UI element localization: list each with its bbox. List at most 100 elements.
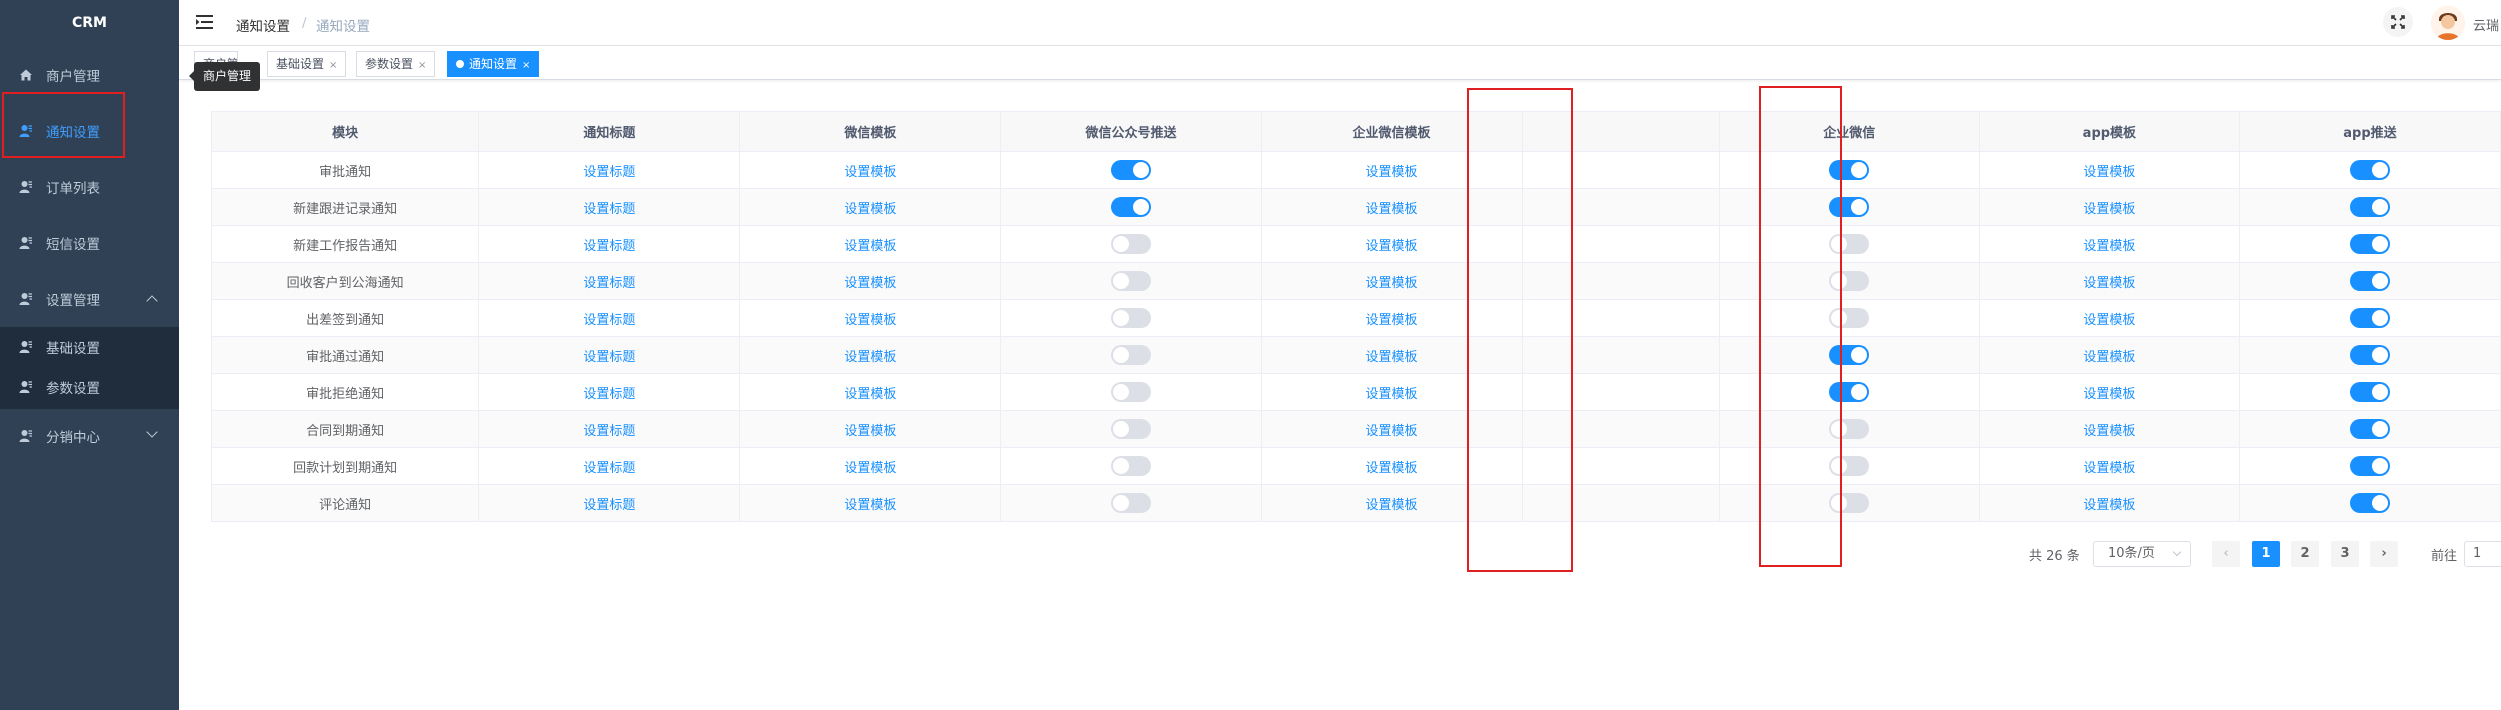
user-icon [19, 381, 32, 393]
wx-push-toggle[interactable] [1110, 456, 1151, 476]
goto-page-input[interactable]: 1 [2464, 541, 2501, 567]
sidebar-item-distribution[interactable]: 分销中心 [0, 408, 179, 464]
tag-param-settings[interactable]: 参数设置 × [356, 51, 436, 77]
app-push-toggle[interactable] [2349, 419, 2390, 439]
app-push-toggle[interactable] [2349, 382, 2390, 402]
wx-push-toggle[interactable] [1110, 234, 1151, 254]
app-push-toggle[interactable] [2349, 271, 2390, 291]
title-cell: 设置标题 [479, 337, 741, 373]
wx-push-toggle[interactable] [1110, 160, 1151, 180]
page-button[interactable]: 1 [2252, 541, 2280, 567]
set-qywx-template-link[interactable]: 设置模板 [1366, 272, 1418, 291]
set-qywx-template-link[interactable]: 设置模板 [1366, 420, 1418, 439]
set-qywx-template-link[interactable]: 设置模板 [1366, 346, 1418, 365]
wx-push-toggle[interactable] [1110, 197, 1151, 217]
page-size-select[interactable]: 10条/页 [2093, 541, 2191, 567]
wx-template-cell: 设置模板 [740, 226, 1002, 262]
table-body: 审批通知 设置标题 设置模板 设置模板 设置模板 新建跟进记录通知 设置标题 设置模板 设置模板… [212, 152, 2501, 522]
app-push-toggle[interactable] [2349, 197, 2390, 217]
highlight-box [1759, 86, 1842, 567]
set-app-template-link[interactable]: 设置模板 [2083, 494, 2135, 513]
set-title-link[interactable]: 设置标题 [583, 494, 635, 513]
set-app-template-link[interactable]: 设置模板 [2083, 420, 2135, 439]
set-title-link[interactable]: 设置标题 [583, 161, 635, 180]
set-app-template-link[interactable]: 设置模板 [2083, 309, 2135, 328]
wx-push-toggle[interactable] [1110, 419, 1151, 439]
app-push-toggle[interactable] [2349, 160, 2390, 180]
set-wx-template-link[interactable]: 设置模板 [844, 309, 896, 328]
set-app-template-link[interactable]: 设置模板 [2083, 272, 2135, 291]
set-wx-template-link[interactable]: 设置模板 [844, 272, 896, 291]
set-qywx-template-link[interactable]: 设置模板 [1366, 161, 1418, 180]
page-button[interactable]: 3 [2331, 541, 2359, 567]
close-icon[interactable]: × [418, 60, 426, 71]
chevron-left-icon: ‹ [2223, 546, 2229, 561]
sidebar-item-settings[interactable]: 设置管理 [0, 271, 179, 327]
module-cell: 新建跟进记录通知 [212, 189, 480, 225]
set-wx-template-link[interactable]: 设置模板 [844, 198, 896, 217]
navbar: 通知设置 / 通知设置 云瑞 [179, 0, 2501, 46]
set-qywx-template-link[interactable]: 设置模板 [1366, 383, 1418, 402]
sidebar-item-label: 订单列表 [46, 181, 100, 197]
set-title-link[interactable]: 设置标题 [583, 383, 635, 402]
wx-push-cell [1001, 189, 1262, 225]
chevron-down-icon [146, 426, 158, 438]
set-title-link[interactable]: 设置标题 [583, 235, 635, 254]
page-button[interactable]: 2 [2291, 541, 2319, 567]
set-wx-template-link[interactable]: 设置模板 [844, 161, 896, 180]
set-title-link[interactable]: 设置标题 [583, 198, 635, 217]
app-push-toggle[interactable] [2349, 345, 2390, 365]
set-app-template-link[interactable]: 设置模板 [2083, 161, 2135, 180]
app-push-toggle[interactable] [2349, 456, 2390, 476]
set-app-template-link[interactable]: 设置模板 [2083, 346, 2135, 365]
set-wx-template-link[interactable]: 设置模板 [844, 494, 896, 513]
set-title-link[interactable]: 设置标题 [583, 420, 635, 439]
username[interactable]: 云瑞 [2473, 15, 2499, 34]
close-icon[interactable]: × [329, 60, 337, 71]
set-wx-template-link[interactable]: 设置模板 [844, 457, 896, 476]
app-push-toggle[interactable] [2349, 493, 2390, 513]
set-title-link[interactable]: 设置标题 [583, 346, 635, 365]
wx-push-toggle[interactable] [1110, 382, 1151, 402]
set-qywx-template-link[interactable]: 设置模板 [1366, 198, 1418, 217]
sidebar-item-orders[interactable]: 订单列表 [0, 159, 179, 215]
tag-basic-settings[interactable]: 基础设置 × [267, 51, 347, 77]
set-wx-template-link[interactable]: 设置模板 [844, 346, 896, 365]
set-title-link[interactable]: 设置标题 [583, 272, 635, 291]
fullscreen-button[interactable] [2383, 7, 2413, 37]
set-app-template-link[interactable]: 设置模板 [2083, 457, 2135, 476]
breadcrumb-current: 通知设置 [316, 19, 370, 35]
app-push-toggle[interactable] [2349, 308, 2390, 328]
set-title-link[interactable]: 设置标题 [583, 309, 635, 328]
sidebar-item-label: 基础设置 [46, 341, 100, 357]
wx-push-toggle[interactable] [1110, 308, 1151, 328]
next-page-button[interactable]: › [2370, 541, 2398, 567]
set-wx-template-link[interactable]: 设置模板 [844, 235, 896, 254]
set-app-template-link[interactable]: 设置模板 [2083, 198, 2135, 217]
set-wx-template-link[interactable]: 设置模板 [844, 383, 896, 402]
sidebar-item-sms[interactable]: 短信设置 [0, 215, 179, 271]
set-qywx-template-link[interactable]: 设置模板 [1366, 235, 1418, 254]
chevron-up-icon [146, 295, 158, 307]
wx-push-toggle[interactable] [1110, 493, 1151, 513]
set-qywx-template-link[interactable]: 设置模板 [1366, 494, 1418, 513]
sidebar-item-param-settings[interactable]: 参数设置 [0, 367, 179, 407]
app-push-toggle[interactable] [2349, 234, 2390, 254]
breadcrumb-item[interactable]: 通知设置 [236, 15, 290, 35]
set-qywx-template-link[interactable]: 设置模板 [1366, 309, 1418, 328]
sidebar-item-basic-settings[interactable]: 基础设置 [0, 327, 179, 367]
hamburger-icon[interactable] [196, 15, 213, 29]
close-icon[interactable]: × [522, 60, 530, 71]
set-qywx-template-link[interactable]: 设置模板 [1366, 457, 1418, 476]
set-title-link[interactable]: 设置标题 [583, 457, 635, 476]
user-icon [19, 293, 32, 305]
wx-push-cell [1001, 485, 1262, 521]
set-wx-template-link[interactable]: 设置模板 [844, 420, 896, 439]
wx-push-toggle[interactable] [1110, 271, 1151, 291]
wx-push-toggle[interactable] [1110, 345, 1151, 365]
tag-notification-settings[interactable]: 通知设置 × [447, 51, 540, 77]
set-app-template-link[interactable]: 设置模板 [2083, 383, 2135, 402]
prev-page-button[interactable]: ‹ [2212, 541, 2240, 567]
avatar[interactable] [2431, 6, 2465, 40]
set-app-template-link[interactable]: 设置模板 [2083, 235, 2135, 254]
